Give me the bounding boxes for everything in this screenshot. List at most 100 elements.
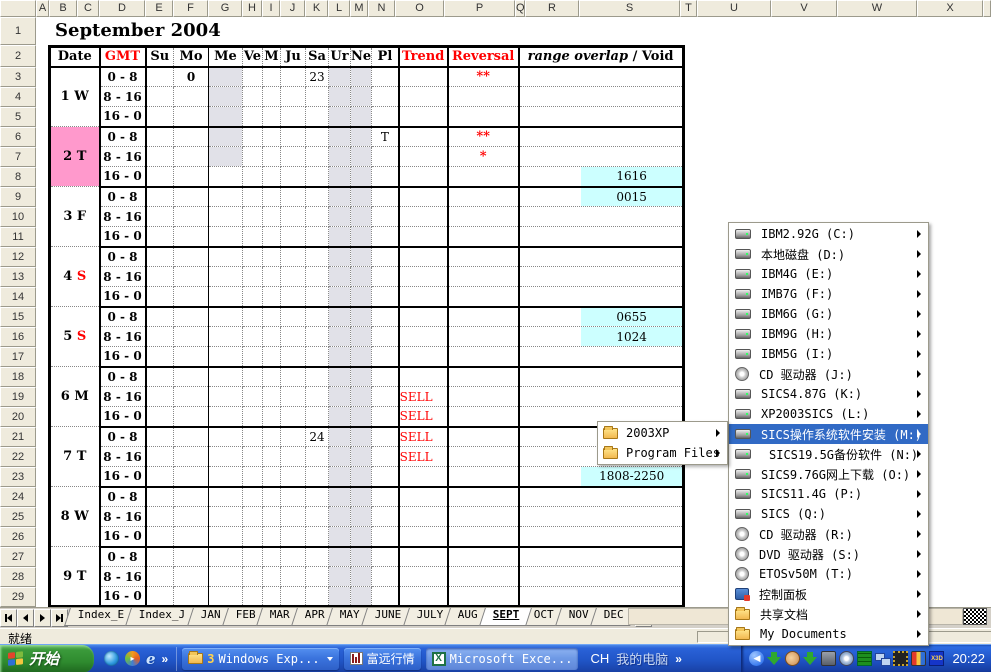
cell-Ur[interactable]	[328, 86, 351, 107]
column-header-S[interactable]: S	[579, 0, 680, 17]
trend-cell[interactable]	[398, 566, 449, 587]
gmt-cell[interactable]: 16 - 0	[99, 106, 147, 128]
cell-Ur[interactable]	[328, 286, 351, 308]
cell-Mo[interactable]	[173, 426, 209, 447]
cell-Ju[interactable]	[280, 66, 306, 87]
column-header-A[interactable]: A	[36, 0, 49, 17]
cell-Mo[interactable]	[173, 226, 209, 248]
cell-Su[interactable]	[145, 406, 174, 428]
cell-Su[interactable]	[145, 346, 174, 368]
range-cell[interactable]	[518, 66, 684, 87]
cell-Ne[interactable]	[350, 406, 373, 428]
cell-M[interactable]	[262, 586, 281, 608]
cell-M[interactable]	[262, 66, 281, 87]
row-header-23[interactable]: 23	[0, 467, 36, 487]
cell-Me[interactable]	[208, 346, 243, 368]
cell-Me[interactable]	[208, 246, 243, 267]
cell-Ur[interactable]	[328, 206, 351, 227]
cell-Ju[interactable]	[280, 206, 306, 227]
cell-Ve[interactable]	[242, 526, 263, 548]
cell-Ju[interactable]	[280, 286, 306, 308]
range-value[interactable]: 1024	[581, 327, 683, 346]
trend-cell[interactable]	[398, 526, 449, 548]
cell-Me[interactable]	[208, 286, 243, 308]
cell-Pl[interactable]	[371, 306, 400, 327]
trend-cell[interactable]	[398, 506, 449, 527]
row-header-26[interactable]: 26	[0, 527, 36, 547]
cell-Me[interactable]	[208, 126, 243, 147]
cell-Me[interactable]	[208, 526, 243, 548]
cell-Ju[interactable]	[280, 386, 306, 407]
cell-Su[interactable]	[145, 486, 174, 507]
row-header-25[interactable]: 25	[0, 507, 36, 527]
gmt-cell[interactable]: 16 - 0	[99, 166, 147, 188]
cell-Sa[interactable]	[305, 86, 329, 107]
reversal-cell[interactable]	[447, 106, 520, 128]
cell-Ve[interactable]	[242, 86, 263, 107]
cell-M[interactable]	[262, 266, 281, 287]
context-menu-item-IBM5G-I-[interactable]: IBM5G (I:)	[729, 344, 928, 364]
cell-Pl[interactable]	[371, 206, 400, 227]
column-header-G[interactable]: G	[208, 0, 242, 17]
cell-Me[interactable]	[208, 546, 243, 567]
row-header-24[interactable]: 24	[0, 487, 36, 507]
cell-Pl[interactable]	[371, 426, 400, 447]
date-cell-8[interactable]: 8 W	[49, 486, 101, 547]
cell-Ne[interactable]	[350, 486, 373, 507]
gmt-cell[interactable]: 0 - 8	[99, 546, 147, 567]
trend-cell[interactable]	[398, 66, 449, 87]
cell-Ju[interactable]	[280, 446, 306, 467]
reversal-cell[interactable]	[447, 286, 520, 308]
range-cell[interactable]	[518, 366, 684, 387]
cell-Mo[interactable]	[173, 166, 209, 188]
cell-Pl[interactable]	[371, 166, 400, 188]
trend-cell[interactable]	[398, 86, 449, 107]
trend-cell[interactable]: SELL	[398, 426, 449, 447]
cell-Me[interactable]	[208, 86, 243, 107]
column-header-E[interactable]: E	[145, 0, 173, 17]
reversal-cell[interactable]: **	[447, 66, 520, 87]
cell-Pl[interactable]: T	[371, 126, 400, 147]
column-header-F[interactable]: F	[173, 0, 208, 17]
cell-Me[interactable]	[208, 306, 243, 327]
column-header-J[interactable]: J	[280, 0, 305, 17]
cell-Mo[interactable]	[173, 186, 209, 207]
reversal-cell[interactable]	[447, 186, 520, 207]
cell-Sa[interactable]	[305, 506, 329, 527]
row-header-3[interactable]: 3	[0, 67, 36, 87]
row-header-2[interactable]: 2	[0, 45, 36, 67]
cell-Ve[interactable]	[242, 446, 263, 467]
cell-Mo[interactable]	[173, 386, 209, 407]
cell-Mo[interactable]	[173, 566, 209, 587]
cell-Pl[interactable]	[371, 146, 400, 167]
range-cell[interactable]	[518, 146, 684, 167]
gmt-cell[interactable]: 8 - 16	[99, 266, 147, 287]
gmt-cell[interactable]: 0 - 8	[99, 246, 147, 267]
cell-M[interactable]	[262, 506, 281, 527]
cell-Me[interactable]	[208, 566, 243, 587]
range-value[interactable]: 1616	[581, 167, 683, 185]
cell-Sa[interactable]	[305, 446, 329, 467]
date-cell-3[interactable]: 3 F	[49, 186, 101, 247]
range-cell[interactable]	[518, 226, 684, 248]
cell-M[interactable]	[262, 286, 281, 308]
cell-Ve[interactable]	[242, 386, 263, 407]
cell-Ne[interactable]	[350, 466, 373, 488]
cell-Pl[interactable]	[371, 386, 400, 407]
submenu-item-2003XP[interactable]: 2003XP	[598, 423, 727, 443]
cell-Ve[interactable]	[242, 186, 263, 207]
cell-Su[interactable]	[145, 386, 174, 407]
header-planet-Ur[interactable]: Ur	[328, 46, 351, 68]
cell-Me[interactable]	[208, 466, 243, 488]
cell-Ju[interactable]	[280, 306, 306, 327]
cell-Pl[interactable]	[371, 346, 400, 368]
cell-Su[interactable]	[145, 326, 174, 347]
row-header-4[interactable]: 4	[0, 87, 36, 107]
cell-Ju[interactable]	[280, 566, 306, 587]
cell-Pl[interactable]	[371, 66, 400, 87]
date-cell-9[interactable]: 9 T	[49, 546, 101, 607]
cell-Ve[interactable]	[242, 326, 263, 347]
cell-M[interactable]	[262, 446, 281, 467]
trend-cell[interactable]	[398, 486, 449, 507]
media-player-icon[interactable]: ▸	[125, 651, 140, 666]
